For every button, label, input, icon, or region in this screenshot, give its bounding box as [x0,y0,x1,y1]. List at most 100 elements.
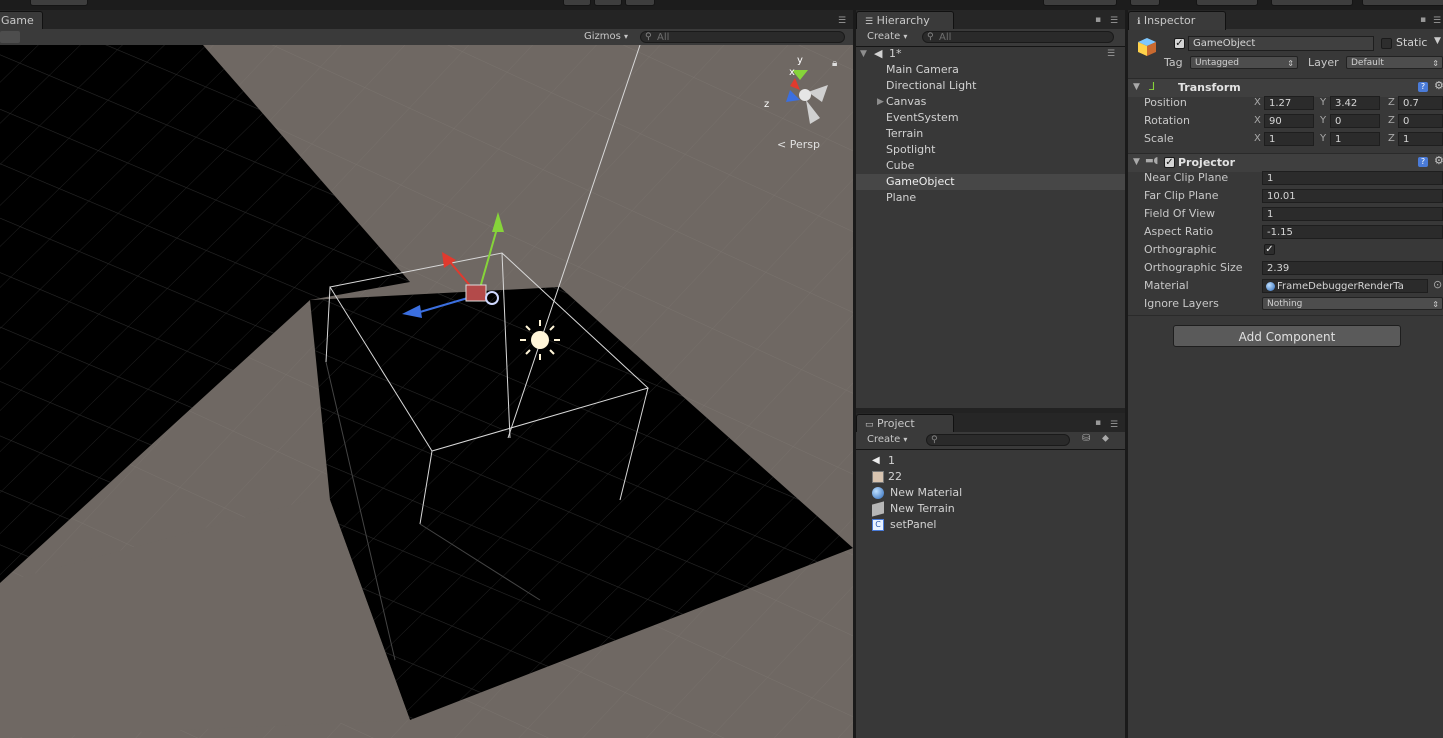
hierarchy-item[interactable]: Directional Light [856,78,1125,94]
tag-label: Tag [1164,56,1183,69]
tab-inspector[interactable]: ℹ Inspector [1128,11,1226,30]
toolbar-button[interactable] [1130,0,1160,6]
create-dropdown[interactable]: Create ▾ [867,30,907,44]
scene-viewport[interactable]: y x z 🔒︎ < Persp [0,45,853,738]
pause-button[interactable] [594,0,622,6]
expand-triangle-icon[interactable]: ▼ [860,46,867,62]
gear-icon[interactable]: ⚙ [1434,154,1443,167]
persp-toggle[interactable]: < Persp [777,138,820,151]
object-name-field[interactable]: GameObject [1188,36,1374,51]
panel-menu-icon[interactable]: ☰ [1108,421,1120,430]
create-dropdown[interactable]: Create ▾ [867,433,907,447]
static-label: Static [1396,36,1428,49]
filter-by-type-icon[interactable]: ⛁ [1082,433,1090,444]
gear-icon[interactable]: ⚙ [1434,79,1443,92]
ortho-size-field[interactable]: 2.39 [1262,261,1443,275]
play-button[interactable] [563,0,591,6]
toolbar-button[interactable] [1196,0,1258,6]
project-item-label: setPanel [890,518,937,531]
help-icon[interactable]: ? [1418,82,1428,92]
create-label: Create [867,434,901,445]
fov-label: Field Of View [1144,207,1216,220]
scale-z-field[interactable]: 1 [1398,132,1443,146]
material-field[interactable]: FrameDebuggerRenderTa [1262,279,1428,293]
projector-header[interactable]: ▼ ▬◖ ✓ Projector ? ⚙ [1128,153,1443,172]
tab-hierarchy-label: Hierarchy [876,14,930,27]
active-checkbox[interactable]: ✓ [1174,38,1185,49]
hierarchy-item[interactable]: Plane [856,190,1125,206]
toolbar-button[interactable] [30,0,88,6]
hierarchy-item[interactable]: EventSystem [856,110,1125,126]
orthographic-label: Orthographic [1144,243,1217,256]
foldout-triangle-icon[interactable]: ▼ [1133,82,1140,92]
rotation-z-field[interactable]: 0 [1398,114,1443,128]
inspector-tabstrip: ℹ Inspector ▪ ☰ [1128,10,1443,30]
material-value: FrameDebuggerRenderTa [1277,281,1404,292]
panel-menu-icon[interactable]: ☰ [1108,17,1120,26]
terrain-cube-icon [872,501,884,517]
tab-game[interactable]: Game [0,11,43,30]
hierarchy-item[interactable]: ▶ Canvas [856,94,1125,110]
row-menu-icon[interactable]: ☰ [1107,46,1115,62]
rotation-x-field[interactable]: 90 [1264,114,1314,128]
scene-search-input[interactable]: ⚲ All [640,31,845,43]
rotation-y-field[interactable]: 0 [1330,114,1380,128]
gizmo-z-label: z [764,99,769,110]
chevron-left-icon: < [777,138,787,151]
hierarchy-item-label: Canvas [886,95,927,108]
toolbar-button[interactable] [1043,0,1117,6]
panel-menu-icon[interactable]: ☰ [836,17,848,26]
aspect-ratio-field[interactable]: -1.15 [1262,225,1443,239]
tag-dropdown[interactable]: Untagged ⇕ [1190,56,1298,69]
lock-icon[interactable]: ▪ [1092,419,1104,428]
lock-icon[interactable]: 🔒︎ [832,58,837,69]
filter-by-label-icon[interactable]: ⬥ [1102,433,1109,444]
hierarchy-item[interactable]: Spotlight [856,142,1125,158]
hierarchy-item[interactable]: Main Camera [856,62,1125,78]
ignore-layers-value: Nothing [1267,299,1303,309]
scene-root-row[interactable]: ▼ ◀ 1* ☰ [856,46,1125,62]
position-z-field[interactable]: 0.7 [1398,96,1443,110]
layout-dropdown[interactable] [1362,0,1443,6]
transform-header[interactable]: ▼ ⅃ Transform ? ⚙ [1128,78,1443,97]
scene-render[interactable]: y x z 🔒︎ [0,45,853,738]
material-sphere-icon [872,487,884,499]
hierarchy-search-input[interactable]: ⚲ All [922,31,1114,43]
ignore-layers-dropdown[interactable]: Nothing ⇕ [1262,297,1443,310]
tab-project[interactable]: ▭ Project [856,414,954,433]
shading-mode-dropdown[interactable] [0,31,20,43]
collapse-triangle-icon[interactable]: ▶ [877,94,884,110]
position-x-field[interactable]: 1.27 [1264,96,1314,110]
lock-icon[interactable]: ▪ [1092,16,1104,25]
projector-enabled-checkbox[interactable]: ✓ [1164,157,1175,168]
project-search-input[interactable]: ⚲ [926,434,1070,446]
chevron-down-icon: ▾ [903,32,908,41]
scale-y-field[interactable]: 1 [1330,132,1380,146]
axis-y-label: Y [1320,133,1327,144]
lock-icon[interactable]: ▪ [1417,16,1429,25]
far-clip-field[interactable]: 10.01 [1262,189,1443,203]
panel-menu-icon[interactable]: ☰ [1431,17,1443,26]
ortho-size-label: Orthographic Size [1144,261,1243,274]
static-dropdown-icon[interactable]: ▼ [1434,36,1441,46]
layers-dropdown[interactable] [1271,0,1353,6]
object-picker-icon[interactable]: ⊙ [1433,278,1442,291]
add-component-button[interactable]: Add Component [1173,325,1401,347]
sun-icon[interactable] [520,320,560,360]
hierarchy-item[interactable]: Cube [856,158,1125,174]
step-button[interactable] [625,0,655,6]
help-icon[interactable]: ? [1418,157,1428,167]
orthographic-checkbox[interactable]: ✓ [1264,244,1275,255]
hierarchy-item-selected[interactable]: GameObject [856,174,1125,190]
foldout-triangle-icon[interactable]: ▼ [1133,157,1140,167]
near-clip-field[interactable]: 1 [1262,171,1443,185]
hierarchy-item[interactable]: Terrain [856,126,1125,142]
fov-field[interactable]: 1 [1262,207,1443,221]
position-y-field[interactable]: 3.42 [1330,96,1380,110]
static-checkbox[interactable] [1381,38,1392,49]
gizmos-dropdown[interactable]: Gizmos ▾ [584,30,628,44]
scale-x-field[interactable]: 1 [1264,132,1314,146]
layer-dropdown[interactable]: Default ⇕ [1346,56,1443,69]
chevron-updown-icon: ⇕ [1287,59,1294,68]
tab-hierarchy[interactable]: ☰ Hierarchy [856,11,954,30]
